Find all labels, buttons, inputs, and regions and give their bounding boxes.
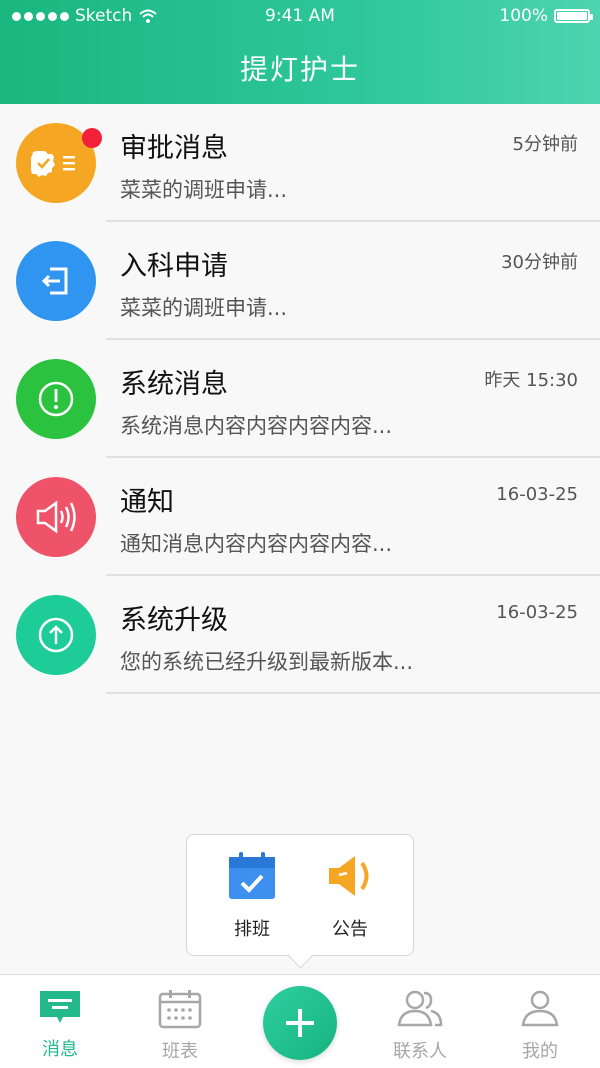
message-time: 30分钟前 bbox=[501, 252, 578, 273]
popup-item-schedule[interactable]: 排班 bbox=[207, 851, 297, 941]
tab-contacts[interactable]: 联系人 bbox=[380, 989, 460, 1063]
popup-item-label: 公告 bbox=[332, 919, 368, 940]
speaker-icon bbox=[16, 477, 96, 557]
message-time: 昨天 15:30 bbox=[484, 370, 578, 391]
page-title: 提灯护士 bbox=[239, 53, 360, 86]
message-item-upgrade[interactable]: 系统升级 16-03-25 您的系统已经升级到最新版本... bbox=[0, 576, 600, 694]
message-title: 入科申请 bbox=[120, 251, 228, 282]
popup-pointer bbox=[288, 944, 313, 969]
battery-label: 100% bbox=[499, 6, 548, 26]
calendar-icon bbox=[158, 990, 202, 1029]
tab-schedule[interactable]: 班表 bbox=[140, 989, 220, 1063]
message-icon bbox=[40, 991, 80, 1023]
quick-action-popup: 排班 公告 bbox=[186, 834, 414, 969]
status-bar: Sketch 9:41 AM 100% bbox=[0, 6, 600, 30]
message-title: 系统消息 bbox=[120, 369, 228, 400]
upgrade-arrow-icon bbox=[16, 595, 96, 675]
popup-item-label: 排班 bbox=[234, 919, 270, 940]
message-list: 审批消息 5分钟前 菜菜的调班申请... 入科申请 30分钟前 菜菜的调班申请.… bbox=[0, 104, 600, 694]
plus-icon bbox=[286, 1009, 314, 1037]
announcement-speaker-icon bbox=[329, 856, 369, 896]
divider bbox=[106, 692, 600, 694]
calendar-check-icon bbox=[229, 852, 275, 899]
battery-icon bbox=[554, 9, 593, 23]
message-preview: 菜菜的调班申请... bbox=[120, 296, 288, 320]
message-time: 16-03-25 bbox=[496, 484, 578, 505]
message-title: 审批消息 bbox=[120, 133, 228, 164]
message-time: 16-03-25 bbox=[496, 602, 578, 623]
add-button[interactable] bbox=[263, 986, 337, 1060]
message-preview: 菜菜的调班申请... bbox=[120, 178, 288, 202]
message-item-approval[interactable]: 审批消息 5分钟前 菜菜的调班申请... bbox=[0, 104, 600, 222]
message-item-notice[interactable]: 通知 16-03-25 通知消息内容内容内容内容... bbox=[0, 458, 600, 576]
status-right: 100% bbox=[499, 6, 593, 26]
tab-label: 消息 bbox=[42, 1039, 78, 1060]
tab-label: 我的 bbox=[522, 1041, 558, 1062]
contacts-icon bbox=[397, 990, 443, 1027]
enter-department-icon bbox=[16, 241, 96, 321]
message-preview: 系统消息内容内容内容内容... bbox=[120, 414, 393, 438]
message-preview: 通知消息内容内容内容内容... bbox=[120, 532, 393, 556]
message-item-system[interactable]: 系统消息 昨天 15:30 系统消息内容内容内容内容... bbox=[0, 340, 600, 458]
message-preview: 您的系统已经升级到最新版本... bbox=[120, 650, 414, 674]
tab-label: 联系人 bbox=[393, 1041, 447, 1062]
popup-item-announcement[interactable]: 公告 bbox=[305, 851, 395, 941]
profile-icon bbox=[521, 990, 559, 1027]
app-header: Sketch 9:41 AM 100% 提灯护士 bbox=[0, 0, 600, 104]
message-title: 系统升级 bbox=[120, 605, 228, 636]
tab-profile[interactable]: 我的 bbox=[500, 989, 580, 1063]
tab-label: 班表 bbox=[162, 1041, 198, 1062]
unread-badge bbox=[82, 128, 102, 148]
message-title: 通知 bbox=[120, 487, 174, 518]
message-time: 5分钟前 bbox=[512, 134, 578, 155]
info-exclamation-icon bbox=[16, 359, 96, 439]
tab-messages[interactable]: 消息 bbox=[20, 989, 100, 1061]
message-item-enter-department[interactable]: 入科申请 30分钟前 菜菜的调班申请... bbox=[0, 222, 600, 340]
